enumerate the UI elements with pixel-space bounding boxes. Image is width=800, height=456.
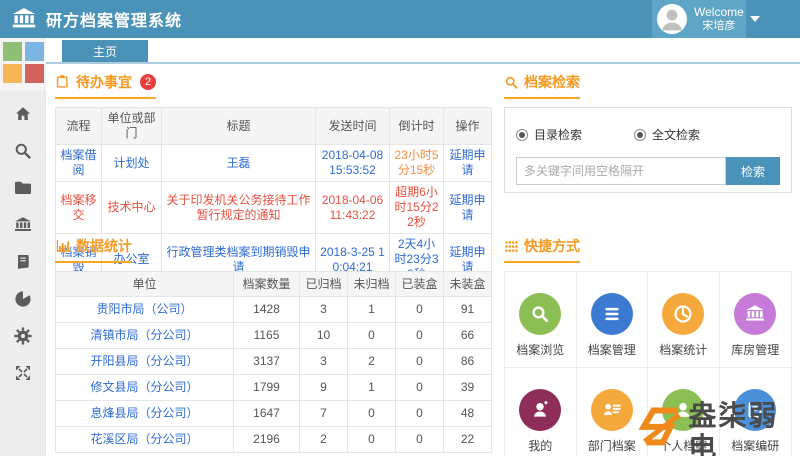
search-title-icon (504, 75, 519, 90)
stats-row: 清镇市局（分公司） 1165100066 (56, 323, 492, 349)
shortcut-archive-manage[interactable]: 档案管理 (577, 272, 649, 368)
search-title: 档案检索 (504, 72, 580, 99)
chevron-down-icon (750, 16, 760, 22)
radio-icon (634, 129, 646, 141)
postpone-link[interactable]: 延期申请 (449, 148, 485, 177)
archive-manage-icon (591, 293, 633, 335)
stats-title: 数据统计 (55, 236, 132, 263)
shortcut-label: 库房管理 (731, 341, 779, 358)
app-title: 研方档案管理系统 (46, 7, 182, 31)
stats-row: 息烽县局（分公司） 164770048 (56, 401, 492, 427)
header-bar: 研方档案管理系统 Welcome 宋培彦 (0, 0, 800, 38)
stats-row: 开阳县局（分公司） 313732086 (56, 349, 492, 375)
app-logo-bank-icon (10, 5, 38, 33)
radio-catalog-search[interactable]: 目录检索 (516, 126, 582, 143)
todo-title: 待办事宜 2 (55, 72, 156, 99)
stats-header-row: 单位档案数量已归档未归档已装盒未装盒 (56, 272, 492, 297)
shortcut-warehouse-manage[interactable]: 库房管理 (720, 272, 792, 368)
unit-link[interactable]: 花溪区局（分公司） (90, 432, 198, 446)
search-icon[interactable] (13, 141, 33, 161)
app-window: 研方档案管理系统 Welcome 宋培彦 主页 (0, 0, 800, 456)
fullscreen-icon[interactable] (13, 363, 33, 383)
radio-icon (516, 129, 528, 141)
todo-header-row: 流程单位或部门标题发送时间倒计时操作 (56, 108, 492, 145)
archive-stats-icon (662, 293, 704, 335)
logo-square-orange (3, 64, 22, 83)
tab-bar: 主页 (46, 38, 800, 64)
pie-chart-icon[interactable] (13, 289, 33, 309)
stats-table: 单位档案数量已归档未归档已装盒未装盒 贵阳市局（公司） 142831091 清镇… (55, 271, 492, 453)
watermark: 盎柒弱电 ANGQI WEAK ELECTRICITY (636, 400, 800, 456)
book-icon[interactable] (13, 252, 33, 272)
logo-square-blue (25, 42, 44, 61)
stats-row: 花溪区局（分公司） 219620022 (56, 427, 492, 453)
avatar (657, 4, 687, 34)
watermark-cn-text: 盎柒弱电 (688, 400, 800, 456)
logo-square-red (25, 64, 44, 83)
shortcut-label: 档案浏览 (516, 341, 564, 358)
unit-link[interactable]: 修文县局（分公司） (90, 380, 198, 394)
warehouse-manage-icon (734, 293, 776, 335)
sidebar (0, 38, 46, 456)
folder-icon[interactable] (13, 178, 33, 198)
search-panel: 目录检索 全文检索 检索 (504, 107, 792, 193)
logo-square-green (3, 42, 22, 61)
unit-link[interactable]: 息烽县局（分公司） (90, 406, 198, 420)
shortcuts-title: 快捷方式 (504, 236, 580, 263)
todo-row: 档案借阅 计划处 王磊 2018-04-08 15:53:52 23小时5分15… (56, 145, 492, 182)
username: 宋培彦 (694, 20, 744, 33)
welcome-text: Welcome (694, 6, 744, 20)
search-button[interactable]: 检索 (726, 157, 780, 185)
user-menu[interactable]: Welcome 宋培彦 (652, 0, 746, 38)
dots-grid-icon (504, 239, 519, 254)
clipboard-icon (55, 74, 71, 90)
todo-badge: 2 (140, 74, 156, 90)
todo-row: 档案移交 技术中心 关于印发机关公务接待工作暂行规定的通知 2018-04-06… (56, 182, 492, 234)
keyword-input[interactable] (516, 157, 726, 185)
unit-link[interactable]: 贵阳市局（公司） (96, 302, 192, 316)
stats-row: 贵阳市局（公司） 142831091 (56, 297, 492, 323)
my-archive-icon (519, 389, 561, 431)
shortcut-archive-stats[interactable]: 档案统计 (648, 272, 720, 368)
unit-link[interactable]: 清镇市局（分公司） (90, 328, 198, 342)
postpone-link[interactable]: 延期申请 (449, 193, 485, 222)
archive-search-section: 档案检索 目录检索 全文检索 检索 (504, 72, 792, 193)
corner-logo (0, 38, 46, 90)
watermark-logo-icon (636, 400, 684, 452)
gear-icon[interactable] (13, 326, 33, 346)
archive-browse-icon (519, 293, 561, 335)
shortcut-label: 档案管理 (588, 341, 636, 358)
shortcut-label: 档案统计 (659, 341, 707, 358)
bar-chart-icon (55, 238, 71, 254)
shortcut-archive-browse[interactable]: 档案浏览 (505, 272, 577, 368)
stats-row: 修文县局（分公司） 179991039 (56, 375, 492, 401)
dept-archive-icon (591, 389, 633, 431)
home-icon[interactable] (13, 104, 33, 124)
radio-fulltext-search[interactable]: 全文检索 (634, 126, 700, 143)
shortcut-mine[interactable]: 我的 (505, 368, 577, 456)
bank-icon[interactable] (13, 215, 33, 235)
shortcut-label: 我的 (528, 437, 552, 454)
stats-section: 数据统计 单位档案数量已归档未归档已装盒未装盒 贵阳市局（公司） 1428310… (55, 236, 491, 453)
unit-link[interactable]: 开阳县局（分公司） (90, 354, 198, 368)
shortcut-label: 部门档案 (588, 437, 636, 454)
tab-home[interactable]: 主页 (62, 40, 148, 62)
